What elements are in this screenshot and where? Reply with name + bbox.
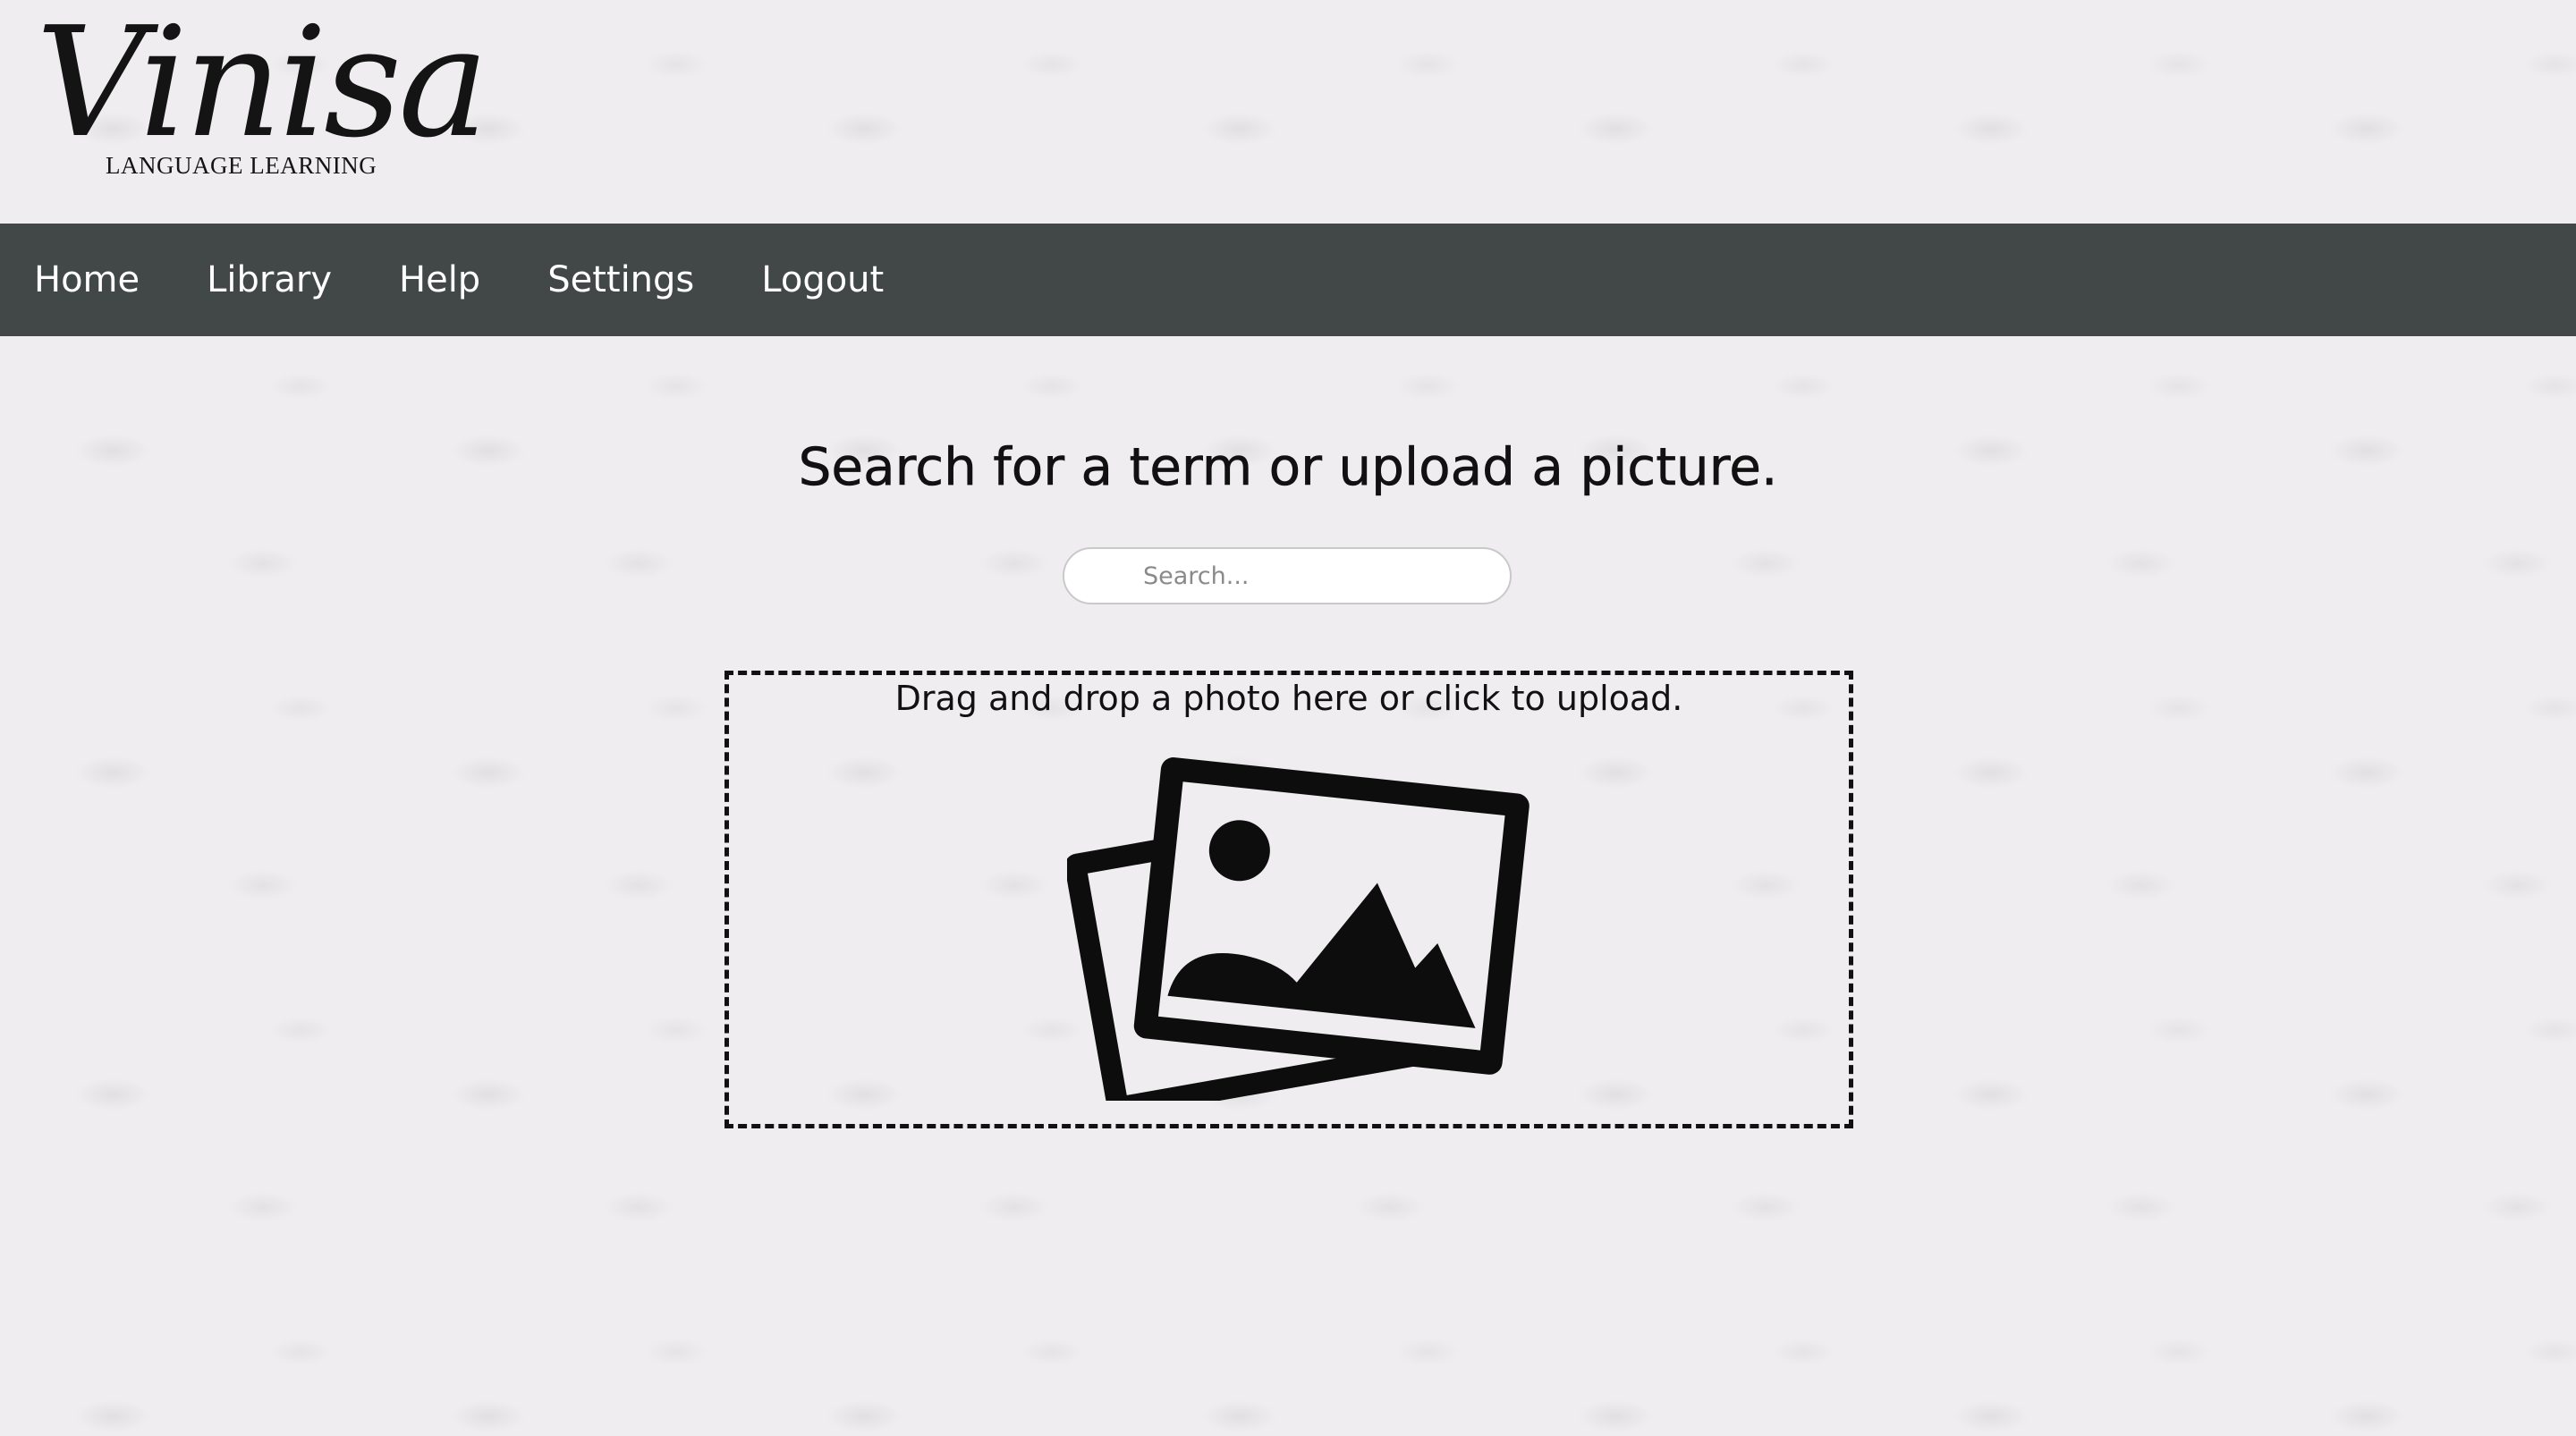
photos-icon [1067,757,1530,1101]
page-title: Search for a term or upload a picture. [798,436,1778,498]
dropzone-instructions: Drag and drop a photo here or click to u… [894,679,1683,718]
nav-settings-link[interactable]: Settings [547,259,694,300]
search-input[interactable] [1063,547,1512,604]
nav-logout-link[interactable]: Logout [761,259,884,300]
vinisa-logo[interactable]: Vinisa LANGUAGE LEARNING [36,7,489,186]
main-navbar: Home Library Help Settings Logout [0,224,2576,336]
nav-library-link[interactable]: Library [207,259,332,300]
header: Vinisa LANGUAGE LEARNING [0,0,2576,224]
nav-home-link[interactable]: Home [34,259,140,300]
logo-tagline: LANGUAGE LEARNING [106,152,377,179]
photo-upload-dropzone[interactable]: Drag and drop a photo here or click to u… [724,671,1853,1128]
nav-help-link[interactable]: Help [399,259,480,300]
logo-wordmark: Vinisa [36,0,489,172]
